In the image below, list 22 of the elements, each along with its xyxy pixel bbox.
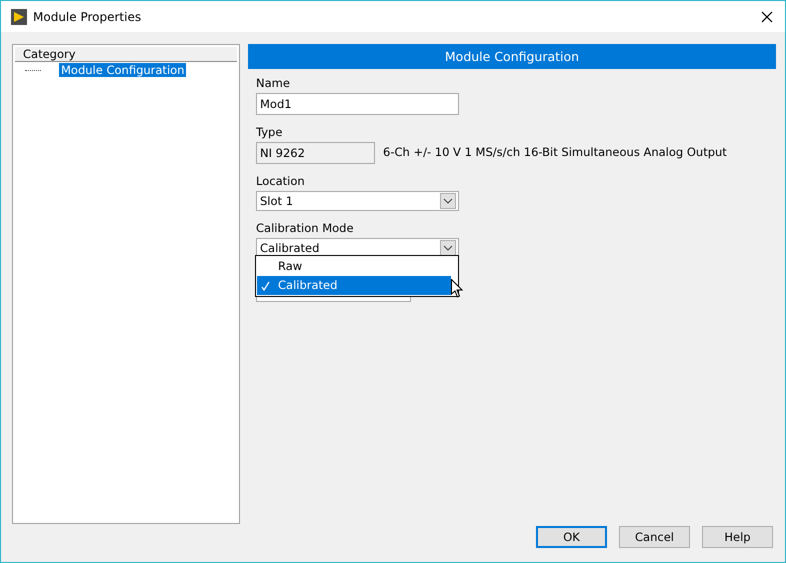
type-description: 6-Ch +/- 10 V 1 MS/s/ch 16-Bit Simultaneous Analog Output	[383, 144, 727, 161]
location-dropdown[interactable]: Slot 1	[256, 191, 459, 211]
field-label: Type	[256, 124, 282, 140]
checkmark-icon	[261, 280, 270, 290]
close-icon[interactable]	[761, 10, 773, 22]
name-field[interactable]: Mod1	[256, 93, 459, 115]
dialog-button[interactable]: OK	[536, 526, 607, 548]
app-icon	[11, 8, 27, 24]
dropdown-option[interactable]: Raw	[257, 257, 451, 276]
category-header: Category	[15, 47, 237, 62]
field-label: Calibration Mode	[256, 220, 354, 236]
chevron-icon	[440, 240, 456, 256]
dialog-button[interactable]: Cancel	[619, 526, 690, 548]
chevron-icon	[440, 193, 456, 209]
window-title: Module Properties	[33, 10, 142, 24]
type-field: NI 9262	[256, 142, 375, 164]
dropdown-option[interactable]: Calibrated	[257, 276, 451, 295]
section-header: Module Configuration	[248, 44, 776, 69]
dialog-button[interactable]: Help	[702, 526, 773, 548]
category-item[interactable]: Module Configuration	[59, 63, 186, 77]
field-label: Name	[256, 75, 290, 91]
field-label: Location	[256, 173, 305, 189]
